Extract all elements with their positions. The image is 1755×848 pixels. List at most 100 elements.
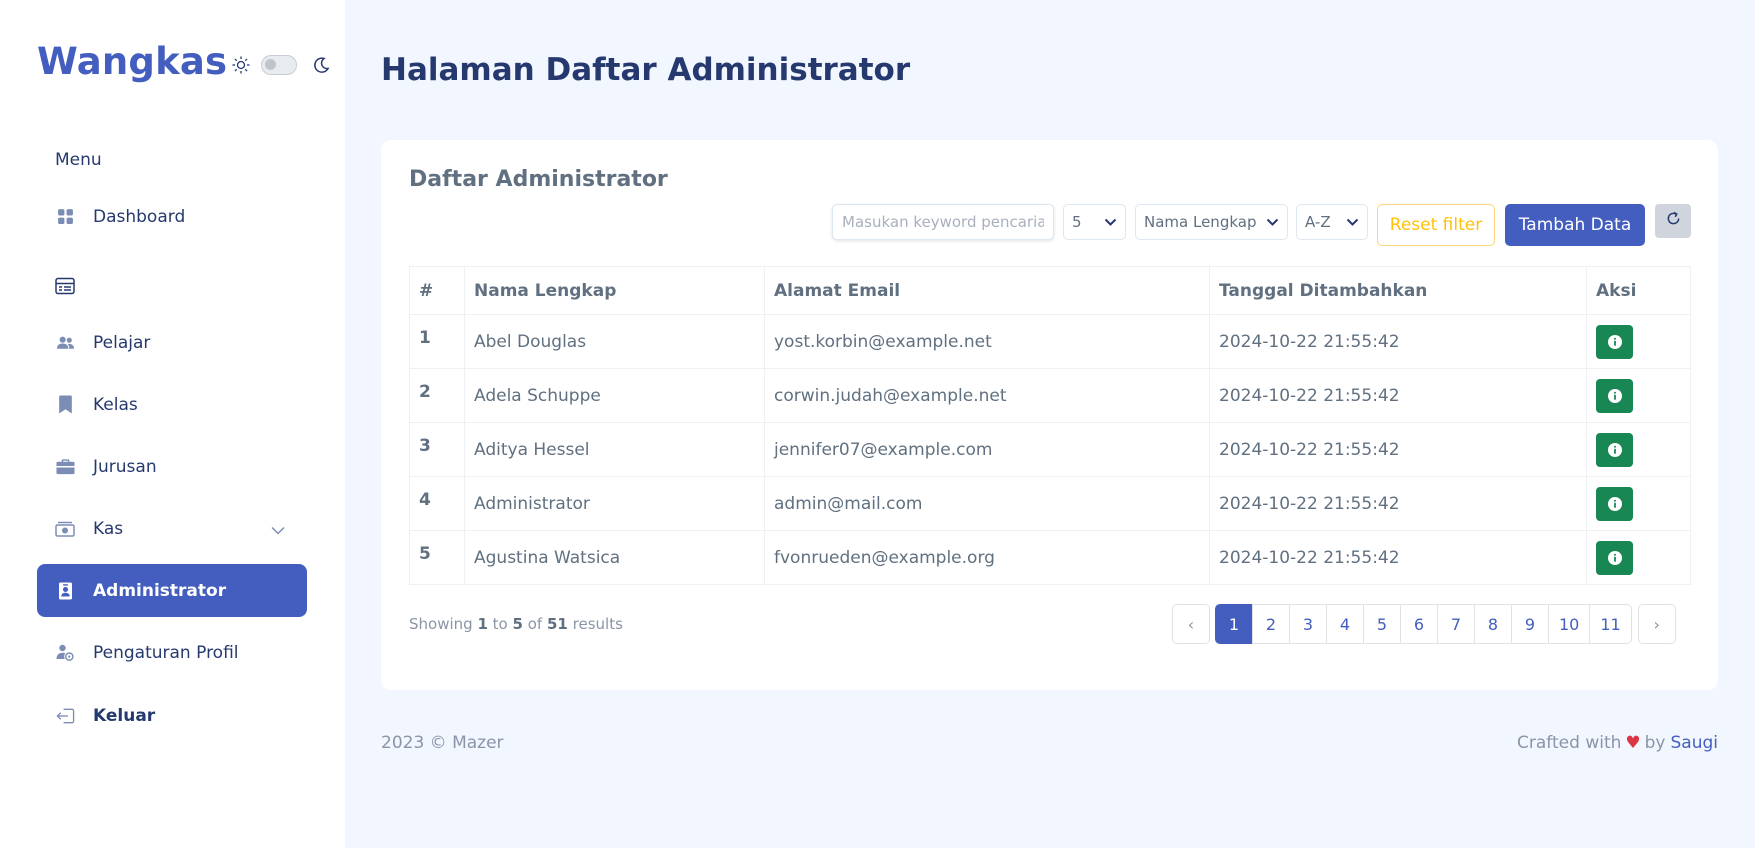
chevron-down-icon: [1346, 218, 1359, 227]
row-number: 4: [409, 476, 465, 531]
info-circle-icon: [1607, 334, 1622, 349]
brand-logo[interactable]: Wangkas: [37, 40, 227, 83]
table-row: 2 Adela Schuppe corwin.judah@example.net…: [409, 368, 1691, 423]
author-link[interactable]: Saugi: [1671, 733, 1719, 753]
sidebar-item-pelajar[interactable]: Pelajar: [37, 316, 307, 369]
sidebar-item-administrator[interactable]: Administrator: [37, 564, 307, 617]
sidebar-item-label: Pengaturan Profil: [93, 642, 239, 663]
row-email: yost.korbin@example.net: [764, 314, 1210, 369]
sidebar-item-label: Pelajar: [93, 332, 151, 353]
row-date: 2024-10-22 21:55:42: [1209, 476, 1587, 531]
row-number: 2: [409, 368, 465, 423]
table-row: 4 Administrator admin@mail.com 2024-10-2…: [409, 476, 1691, 531]
sort-field-value: Nama Lengkap: [1144, 213, 1257, 231]
sidebar-item-label: Administrator: [93, 580, 227, 601]
sidebar-item-keluar[interactable]: Keluar: [37, 689, 307, 742]
page-11[interactable]: 11: [1589, 604, 1632, 644]
page-7[interactable]: 7: [1437, 604, 1475, 644]
table-toolbar: 5 Nama Lengkap A-Z Reset filter Tambah D…: [381, 204, 1718, 248]
brand-row: Wangkas: [37, 40, 331, 83]
detail-button[interactable]: [1596, 432, 1633, 467]
cash-icon: [55, 519, 75, 539]
copyright: 2023 © Mazer: [381, 733, 504, 753]
sidebar-item-label: Keluar: [93, 705, 156, 726]
sidebar-menu: Dashboard Pelajar Kelas Jurusan Kas Admi…: [37, 190, 307, 742]
logout-icon: [55, 706, 75, 726]
table-row: 1 Abel Douglas yost.korbin@example.net 2…: [409, 314, 1691, 369]
page-5[interactable]: 5: [1363, 604, 1401, 644]
row-name: Administrator: [464, 476, 765, 531]
page-title: Halaman Daftar Administrator: [381, 52, 911, 88]
page-9[interactable]: 9: [1511, 604, 1549, 644]
page-4[interactable]: 4: [1326, 604, 1364, 644]
sidebar-item-kelas[interactable]: Kelas: [37, 378, 307, 431]
row-number: 1: [409, 314, 465, 369]
showing-to-word: to: [492, 615, 508, 633]
sort-field-select[interactable]: Nama Lengkap: [1135, 204, 1288, 240]
people-icon: [55, 333, 75, 353]
detail-button[interactable]: [1596, 324, 1633, 359]
sidebar: Wangkas Menu Dashboard Pelajar Kelas Jur…: [0, 0, 345, 848]
col-number: #: [409, 266, 465, 315]
bookmark-icon: [55, 395, 75, 415]
detail-button[interactable]: [1596, 486, 1633, 521]
showing-results-word: results: [572, 615, 623, 633]
sidebar-item-label: Dashboard: [93, 206, 186, 227]
detail-button[interactable]: [1596, 378, 1633, 413]
showing-prefix: Showing: [409, 615, 473, 633]
row-action: [1586, 476, 1691, 531]
per-page-value: 5: [1072, 213, 1082, 231]
sun-icon: [231, 55, 251, 75]
page-10[interactable]: 10: [1548, 604, 1591, 644]
row-name: Agustina Watsica: [464, 530, 765, 585]
card-title: Daftar Administrator: [409, 167, 668, 192]
row-email: corwin.judah@example.net: [764, 368, 1210, 423]
page-8[interactable]: 8: [1474, 604, 1512, 644]
sidebar-item-dashboard[interactable]: Dashboard: [37, 190, 307, 243]
pagination: ‹ 1 2 3 4 5 6 7 8 9 10 11 ›: [1172, 604, 1676, 644]
theme-toggle: [231, 54, 331, 75]
refresh-icon: [1666, 211, 1681, 231]
row-name: Adela Schuppe: [464, 368, 765, 423]
page-3[interactable]: 3: [1289, 604, 1327, 644]
row-date: 2024-10-22 21:55:42: [1209, 422, 1587, 477]
sidebar-item-kas[interactable]: Kas: [37, 502, 307, 555]
card-list-icon: [55, 276, 75, 296]
table-row: 3 Aditya Hessel jennifer07@example.com 2…: [409, 422, 1691, 477]
add-data-button[interactable]: Tambah Data: [1505, 204, 1645, 246]
sidebar-item-jurusan[interactable]: Jurusan: [37, 440, 307, 493]
col-action: Aksi: [1586, 266, 1691, 315]
heart-icon: ♥: [1625, 733, 1641, 753]
menu-title: Menu: [55, 150, 102, 170]
theme-switch[interactable]: [261, 54, 298, 75]
pagination-next[interactable]: ›: [1637, 604, 1676, 644]
sidebar-item-pengaturan-profil[interactable]: Pengaturan Profil: [37, 626, 307, 679]
by-word: by: [1644, 733, 1666, 753]
col-date-added: Tanggal Ditambahkan: [1209, 266, 1587, 315]
detail-button[interactable]: [1596, 540, 1633, 575]
switch-knob: [265, 58, 277, 70]
chevron-down-icon[interactable]: [271, 520, 285, 540]
sidebar-item-card-list[interactable]: [37, 259, 307, 312]
info-circle-icon: [1607, 496, 1622, 511]
row-action: [1586, 422, 1691, 477]
results-summary: Showing 1 to 5 of 51 results: [409, 615, 623, 633]
row-email: jennifer07@example.com: [764, 422, 1210, 477]
row-date: 2024-10-22 21:55:42: [1209, 530, 1587, 585]
refresh-button[interactable]: [1655, 204, 1691, 238]
search-input[interactable]: [832, 204, 1054, 240]
page-6[interactable]: 6: [1400, 604, 1438, 644]
reset-filter-button[interactable]: Reset filter: [1377, 204, 1495, 246]
sidebar-item-label: Kas: [93, 518, 124, 539]
row-number: 3: [409, 422, 465, 477]
sort-order-select[interactable]: A-Z: [1296, 204, 1368, 240]
grid-icon: [55, 207, 75, 227]
chevron-down-icon: [1266, 218, 1279, 227]
showing-total: 51: [546, 615, 568, 633]
per-page-select[interactable]: 5: [1063, 204, 1126, 240]
col-email: Alamat Email: [764, 266, 1210, 315]
page-1[interactable]: 1: [1215, 604, 1253, 644]
row-action: [1586, 314, 1691, 369]
page-2[interactable]: 2: [1252, 604, 1290, 644]
pagination-prev[interactable]: ‹: [1172, 604, 1210, 644]
